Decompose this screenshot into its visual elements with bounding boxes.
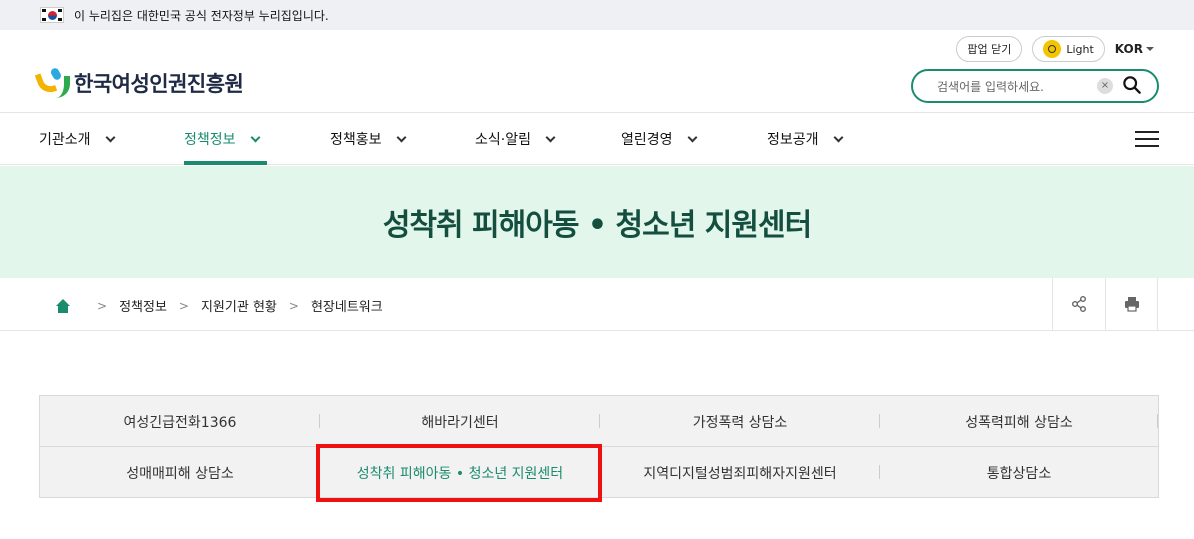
korea-flag-icon (40, 7, 64, 23)
share-icon (1072, 296, 1086, 312)
nav-label: 정책정보 (184, 132, 236, 148)
chevron-right-icon: > (178, 298, 189, 313)
sun-icon (1043, 40, 1062, 58)
chevron-down-icon (833, 132, 843, 142)
chevron-down-icon (545, 132, 556, 142)
tab-divider (599, 414, 600, 428)
chevron-down-icon (105, 132, 115, 142)
breadcrumb: > 정책정보 > 지원기관 현황 > 현장네트워크 (55, 296, 383, 315)
tab-divider (879, 465, 880, 479)
gov-banner-text: 이 누리집은 대한민국 공식 전자정부 누리집입니다. (74, 8, 329, 23)
chevron-right-icon: > (97, 298, 108, 313)
tab-digital-crime[interactable]: 지역디지털성범죄피해자지원센터 (600, 447, 880, 498)
nav-active-indicator (184, 161, 267, 165)
logo-text: 한국여성인권진흥원 (74, 72, 244, 96)
tab-sunflower-center[interactable]: 해바라기센터 (320, 396, 600, 447)
nav-label: 열린경영 (621, 132, 673, 148)
selection-highlight (316, 444, 602, 502)
tab-1366[interactable]: 여성긴급전화1366 (40, 396, 320, 447)
language-select[interactable]: KOR (1115, 42, 1154, 56)
nav-label: 기관소개 (39, 132, 91, 148)
gov-banner: 이 누리집은 대한민국 공식 전자정부 누리집입니다. (0, 0, 1194, 30)
nav-item-open-management[interactable]: 열린경영 (621, 113, 697, 165)
site-logo[interactable]: 한국여성인권진흥원 (34, 66, 244, 98)
chevron-right-icon: > (288, 298, 299, 313)
tab-sexual-violence[interactable]: 성폭력피해 상담소 (880, 396, 1158, 447)
home-icon[interactable] (55, 298, 71, 313)
nav-item-news[interactable]: 소식·알림 (475, 113, 556, 165)
theme-label: Light (1066, 42, 1094, 56)
search-placeholder: 검색어를 입력하세요. (937, 79, 1044, 94)
clear-icon[interactable]: × (1097, 78, 1113, 94)
print-icon (1124, 297, 1139, 312)
tab-divider (319, 414, 320, 428)
header: 한국여성인권진흥원 팝업 닫기 Light KOR 검색어를 입력하세요. × (0, 30, 1194, 112)
tab-domestic-violence[interactable]: 가정폭력 상담소 (600, 396, 880, 447)
nav-item-policy-pr[interactable]: 정책홍보 (330, 113, 406, 165)
theme-toggle-button[interactable]: Light (1032, 36, 1105, 62)
chevron-down-icon (250, 132, 260, 142)
caret-down-icon (1146, 47, 1154, 51)
search-icon[interactable] (1123, 76, 1141, 94)
tab-divider (1157, 414, 1158, 428)
page-title-band: 성착취 피해아동 • 청소년 지원센터 (0, 166, 1194, 278)
chevron-down-icon (396, 132, 406, 142)
nav-label: 소식·알림 (475, 132, 531, 148)
nav-item-policy-info[interactable]: 정책정보 (184, 113, 260, 165)
page-title: 성착취 피해아동 • 청소년 지원센터 (382, 208, 812, 243)
tab-integrated[interactable]: 통합상담소 (880, 447, 1158, 498)
chevron-down-icon (687, 132, 697, 142)
breadcrumb-bar: > 정책정보 > 지원기관 현황 > 현장네트워크 (0, 278, 1194, 331)
tab-divider (879, 414, 880, 428)
nav-item-about[interactable]: 기관소개 (39, 113, 115, 165)
nav-label: 정보공개 (767, 132, 819, 148)
search-input[interactable]: 검색어를 입력하세요. × (911, 69, 1159, 103)
nav-label: 정책홍보 (330, 132, 382, 148)
language-label: KOR (1114, 42, 1143, 56)
menu-icon[interactable] (1135, 131, 1159, 148)
tab-prostitution[interactable]: 성매매피해 상담소 (40, 447, 320, 498)
popup-close-button[interactable]: 팝업 닫기 (956, 36, 1023, 62)
main-navigation: 기관소개 정책정보 정책홍보 소식·알림 열린경영 정보공개 (0, 112, 1194, 165)
nav-item-disclosure[interactable]: 정보공개 (767, 113, 843, 165)
breadcrumb-item[interactable]: 지원기관 현황 (201, 296, 277, 315)
logo-mark-icon (34, 66, 70, 98)
breadcrumb-item[interactable]: 정책정보 (119, 296, 167, 315)
share-button[interactable] (1052, 278, 1105, 330)
print-button[interactable] (1105, 278, 1158, 330)
breadcrumb-item[interactable]: 현장네트워크 (311, 296, 383, 315)
utility-bar: 팝업 닫기 Light KOR (956, 36, 1154, 62)
